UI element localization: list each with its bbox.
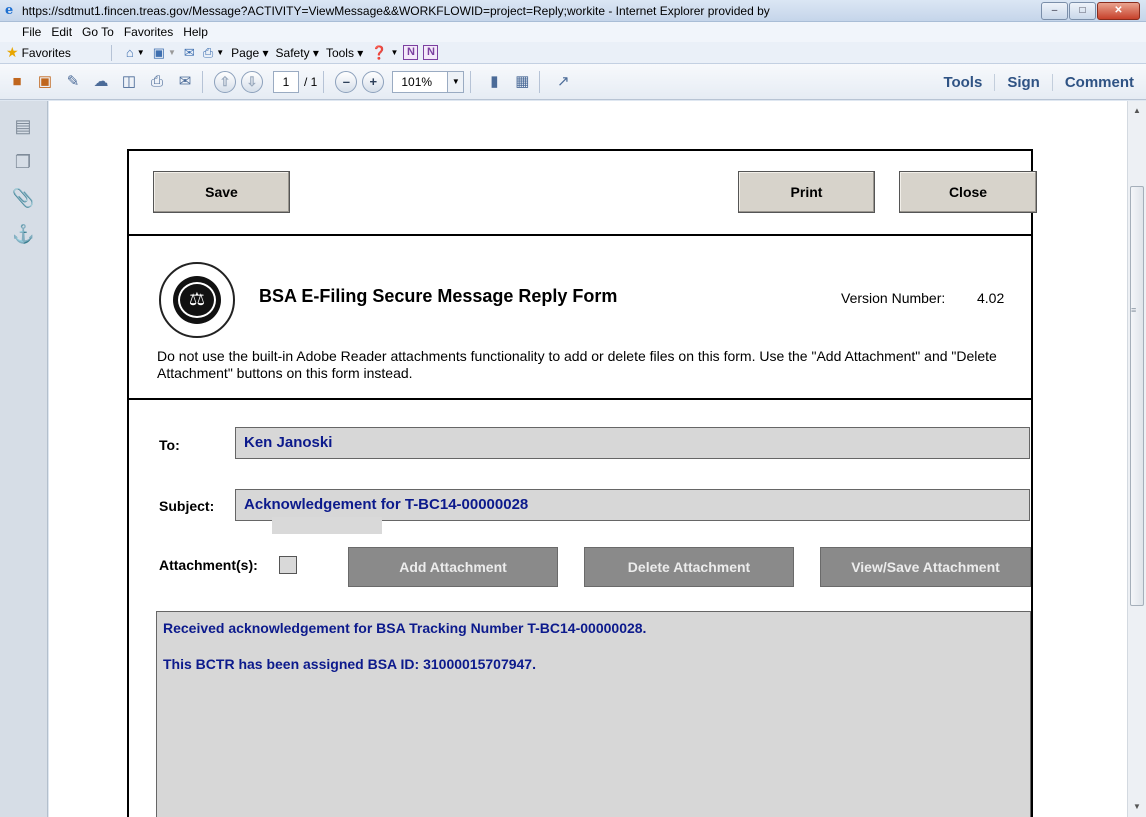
form-page: Save Print Close ⚖ BSA E-Filing Secure M… — [127, 149, 1037, 817]
window-titlebar: e https://sdtmut1.fincen.treas.gov/Messa… — [0, 0, 1146, 22]
email-icon[interactable]: ✉ — [174, 71, 196, 93]
message-line: This BCTR has been assigned BSA ID: 3100… — [163, 656, 536, 672]
favorites-bar: ★ Favorites ⌂ ▼ ▣ ▼ ✉ ⎙ ▼ Page ▾ Safety ▾ T… — [0, 42, 1146, 64]
page-total: / 1 — [304, 74, 318, 89]
save-icon[interactable]: ◫ — [118, 71, 140, 93]
print-button[interactable]: Print — [738, 171, 875, 213]
attachments-checkbox[interactable] — [279, 556, 297, 574]
page-thumbnails-icon[interactable]: ▤ — [12, 115, 34, 137]
scroll-up-icon[interactable]: ▲ — [1128, 103, 1146, 119]
to-label: To: — [159, 437, 180, 453]
toolbar-separator — [202, 70, 203, 93]
help-icon[interactable]: ❓ — [371, 45, 387, 61]
menu-goto[interactable]: Go To — [82, 25, 114, 39]
tools-menu[interactable]: Tools ▾ — [326, 46, 363, 60]
favorites-button[interactable]: Favorites — [22, 46, 71, 60]
safety-menu[interactable]: Safety ▾ — [276, 46, 319, 60]
menu-file[interactable]: File — [22, 25, 41, 39]
tools-link[interactable]: Tools — [931, 74, 994, 91]
view-save-attachment-button[interactable]: View/Save Attachment — [820, 547, 1031, 587]
form-header-section: ⚖ BSA E-Filing Secure Message Reply Form… — [129, 236, 1031, 400]
search-binoculars-icon[interactable]: ⚓ — [12, 223, 34, 245]
maximize-button[interactable]: □ — [1069, 2, 1096, 20]
page-number-input[interactable]: 1 — [273, 70, 299, 93]
vertical-scrollbar[interactable]: ▲ ≡ ▼ — [1127, 101, 1146, 817]
favorites-star-icon[interactable]: ★ — [6, 44, 19, 61]
version-label: Version Number: — [841, 290, 946, 306]
message-line: Received acknowledgement for BSA Trackin… — [163, 620, 647, 636]
export-pdf-icon[interactable]: ▣ — [34, 71, 56, 93]
reader-toolbar: ■ ▣ ✎ ☁ ◫ ⎙ ✉ ⇧ ⇩ 1 / 1 – + 101% ▼ ▮ ▦ ↗… — [0, 64, 1146, 100]
sign-link[interactable]: Sign — [994, 73, 1052, 91]
message-body[interactable]: Received acknowledgement for BSA Trackin… — [156, 611, 1031, 817]
delete-attachment-button[interactable]: Delete Attachment — [584, 547, 794, 587]
onenote-linked-icon[interactable]: N — [423, 45, 439, 60]
toolbar-separator — [470, 70, 472, 93]
full-screen-icon[interactable]: ↗ — [552, 71, 574, 93]
feeds-icon[interactable]: ▣ — [153, 45, 165, 61]
reader-panel-links: Tools Sign Comment — [931, 64, 1146, 100]
page-menu[interactable]: Page ▾ — [231, 46, 268, 60]
create-pdf-icon[interactable]: ■ — [6, 71, 28, 93]
minimize-button[interactable]: – — [1041, 2, 1068, 20]
scales-icon: ⚖ — [188, 289, 206, 309]
zoom-in-icon[interactable]: + — [362, 70, 385, 93]
menu-edit[interactable]: Edit — [51, 25, 72, 39]
menu-favorites[interactable]: Favorites — [124, 25, 173, 39]
upload-cloud-icon[interactable]: ☁ — [90, 71, 112, 93]
toolbar-separator — [110, 44, 112, 61]
home-icon[interactable]: ⌂ — [126, 45, 134, 60]
comment-link[interactable]: Comment — [1051, 73, 1146, 91]
scrollbar-thumb[interactable] — [1130, 186, 1144, 606]
redacted-area — [272, 517, 382, 534]
add-attachment-button[interactable]: Add Attachment — [348, 547, 558, 587]
document-area: Save Print Close ⚖ BSA E-Filing Secure M… — [49, 101, 1127, 817]
mail-icon[interactable]: ✉ — [184, 45, 195, 61]
print-icon[interactable]: ⎙ — [203, 45, 213, 61]
toolbar-separator — [323, 70, 325, 93]
subject-label: Subject: — [159, 498, 215, 514]
fincen-seal-logo: ⚖ — [159, 262, 235, 338]
navigation-panel: ▤ ❐ 📎 ⚓ — [0, 101, 48, 817]
window-title: https://sdtmut1.fincen.treas.gov/Message… — [22, 3, 770, 18]
window-controls: – □ ✕ — [1040, 2, 1140, 20]
menu-bar: File Edit Go To Favorites Help — [0, 22, 1146, 42]
next-page-icon[interactable]: ⇩ — [241, 70, 263, 93]
zoom-select[interactable]: 101% ▼ — [392, 70, 465, 93]
menu-help[interactable]: Help — [183, 25, 208, 39]
onenote-icon[interactable]: N — [403, 45, 419, 60]
zoom-out-icon[interactable]: – — [335, 70, 358, 93]
previous-page-icon[interactable]: ⇧ — [214, 70, 236, 93]
paperclip-icon[interactable]: 📎 — [12, 187, 34, 209]
chevron-down-icon[interactable]: ▼ — [447, 71, 464, 92]
scroll-down-icon[interactable]: ▼ — [1128, 799, 1146, 815]
zoom-value: 101% — [401, 74, 433, 89]
close-window-button[interactable]: ✕ — [1097, 2, 1140, 20]
toolbar-separator — [539, 70, 541, 93]
edit-pdf-icon[interactable]: ✎ — [62, 71, 84, 93]
version-value: 4.02 — [977, 290, 1005, 306]
attachment-notice: Do not use the built-in Adobe Reader att… — [157, 348, 997, 381]
close-button[interactable]: Close — [899, 171, 1037, 213]
save-button[interactable]: Save — [153, 171, 290, 213]
attachments-label: Attachment(s): — [159, 557, 258, 573]
form-title: BSA E-Filing Secure Message Reply Form — [259, 286, 618, 306]
ie-icon: e — [5, 2, 14, 18]
form-action-section: Save Print Close — [129, 151, 1037, 236]
pages-icon[interactable]: ❐ — [12, 151, 34, 173]
fit-page-icon[interactable]: ▮ — [483, 71, 505, 93]
print-document-icon[interactable]: ⎙ — [146, 71, 168, 93]
to-field[interactable]: Ken Janoski — [235, 427, 1030, 459]
fit-width-icon[interactable]: ▦ — [511, 71, 533, 93]
scrollbar-grip-icon: ≡ — [1131, 305, 1137, 315]
